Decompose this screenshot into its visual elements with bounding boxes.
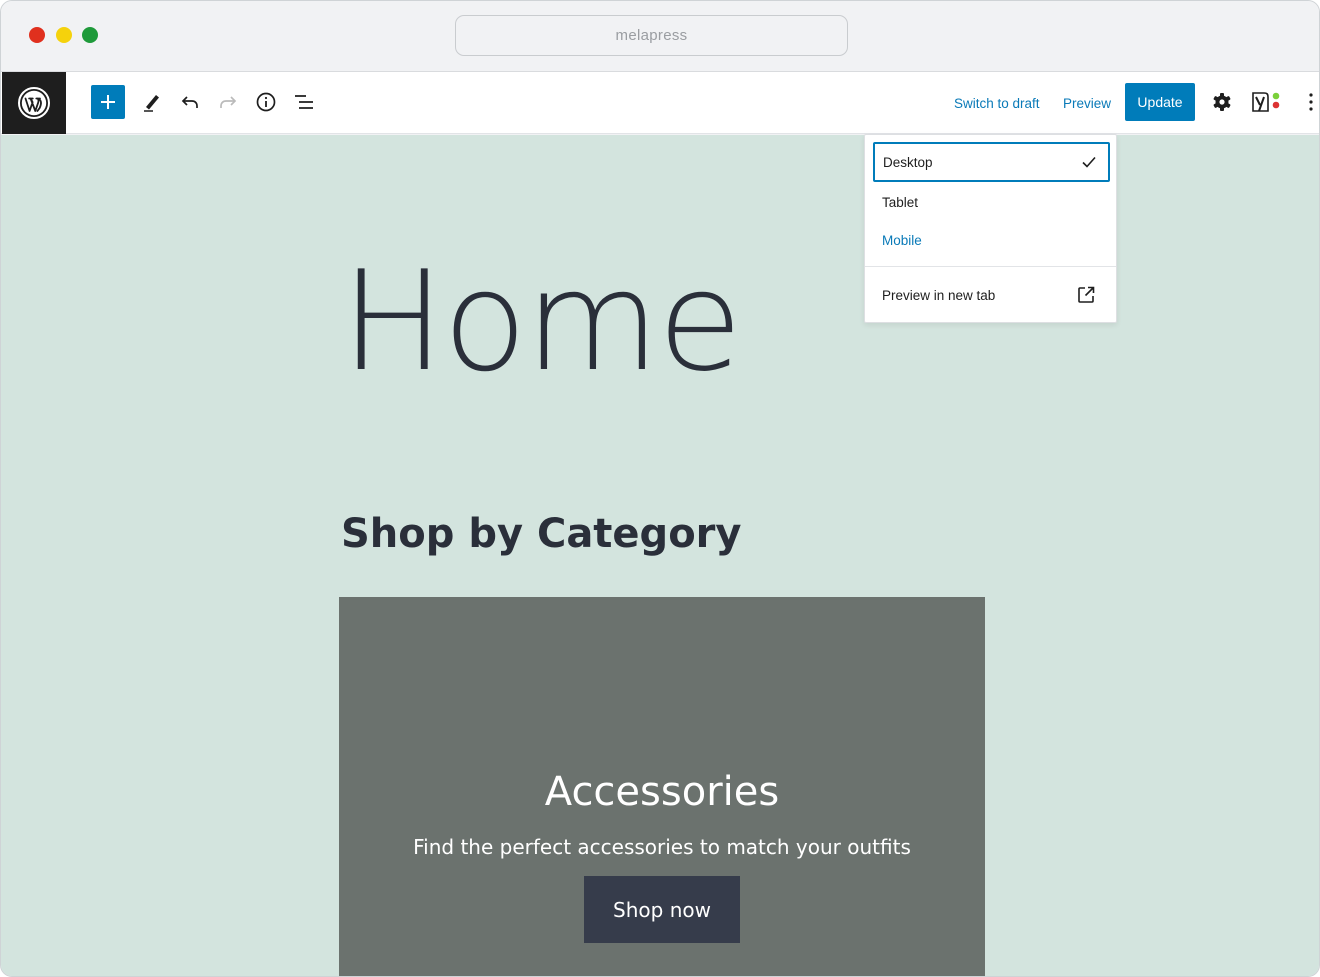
preview-dropdown-menu: Desktop Tablet Mobile Preview in new tab [864, 134, 1117, 323]
cover-block[interactable]: Accessories Find the perfect accessories… [339, 597, 985, 976]
editor-toolbar: Switch to draft Preview Update [1, 72, 1319, 134]
menu-divider [865, 266, 1116, 267]
tools-button[interactable] [135, 85, 169, 119]
gear-icon [1213, 93, 1231, 111]
yoast-icon [1252, 92, 1280, 112]
editor-canvas: Home Shop by Category Accessories Find t… [1, 135, 1319, 976]
cover-text[interactable]: Find the perfect accessories to match yo… [339, 835, 985, 859]
page-title[interactable]: Home [341, 253, 743, 391]
wordpress-logo-button[interactable] [2, 72, 66, 134]
browser-window: melapress Switch to draft Preview Update… [0, 0, 1320, 977]
menu-item-mobile[interactable]: Mobile [873, 220, 1110, 260]
settings-button[interactable] [1205, 85, 1239, 119]
undo-button[interactable] [173, 85, 207, 119]
cover-title[interactable]: Accessories [339, 769, 985, 815]
external-link-icon [1078, 286, 1095, 303]
shop-now-button[interactable]: Shop now [584, 876, 740, 943]
browser-chrome: melapress [1, 1, 1319, 72]
list-view-button[interactable] [287, 85, 321, 119]
more-vertical-icon [1309, 93, 1313, 111]
menu-item-label: Preview in new tab [882, 287, 996, 303]
undo-icon [181, 96, 198, 108]
address-bar[interactable]: melapress [455, 15, 848, 56]
menu-item-tablet[interactable]: Tablet [873, 182, 1110, 222]
wordpress-logo-icon [18, 87, 50, 119]
menu-item-label: Tablet [882, 194, 919, 210]
yoast-seo-button[interactable] [1249, 85, 1283, 119]
info-icon [256, 92, 276, 112]
plus-icon [101, 95, 115, 109]
menu-item-label: Mobile [882, 232, 922, 248]
minimize-window-button[interactable] [56, 27, 72, 43]
checkmark-icon [1082, 156, 1096, 168]
menu-item-desktop[interactable]: Desktop [873, 142, 1110, 182]
close-window-button[interactable] [29, 27, 45, 43]
list-view-icon [295, 95, 313, 109]
redo-icon [220, 96, 237, 108]
details-button[interactable] [249, 85, 283, 119]
menu-item-label: Desktop [883, 154, 933, 170]
update-button[interactable]: Update [1125, 83, 1195, 121]
switch-to-draft-button[interactable]: Switch to draft [954, 96, 1040, 111]
add-block-button[interactable] [91, 85, 125, 119]
menu-item-preview-new-tab[interactable]: Preview in new tab [873, 275, 1110, 315]
pencil-icon [144, 95, 159, 112]
maximize-window-button[interactable] [82, 27, 98, 43]
options-menu-button[interactable] [1294, 85, 1319, 119]
section-heading[interactable]: Shop by Category [341, 514, 741, 554]
preview-button[interactable]: Preview [1063, 96, 1111, 111]
redo-button[interactable] [211, 85, 245, 119]
